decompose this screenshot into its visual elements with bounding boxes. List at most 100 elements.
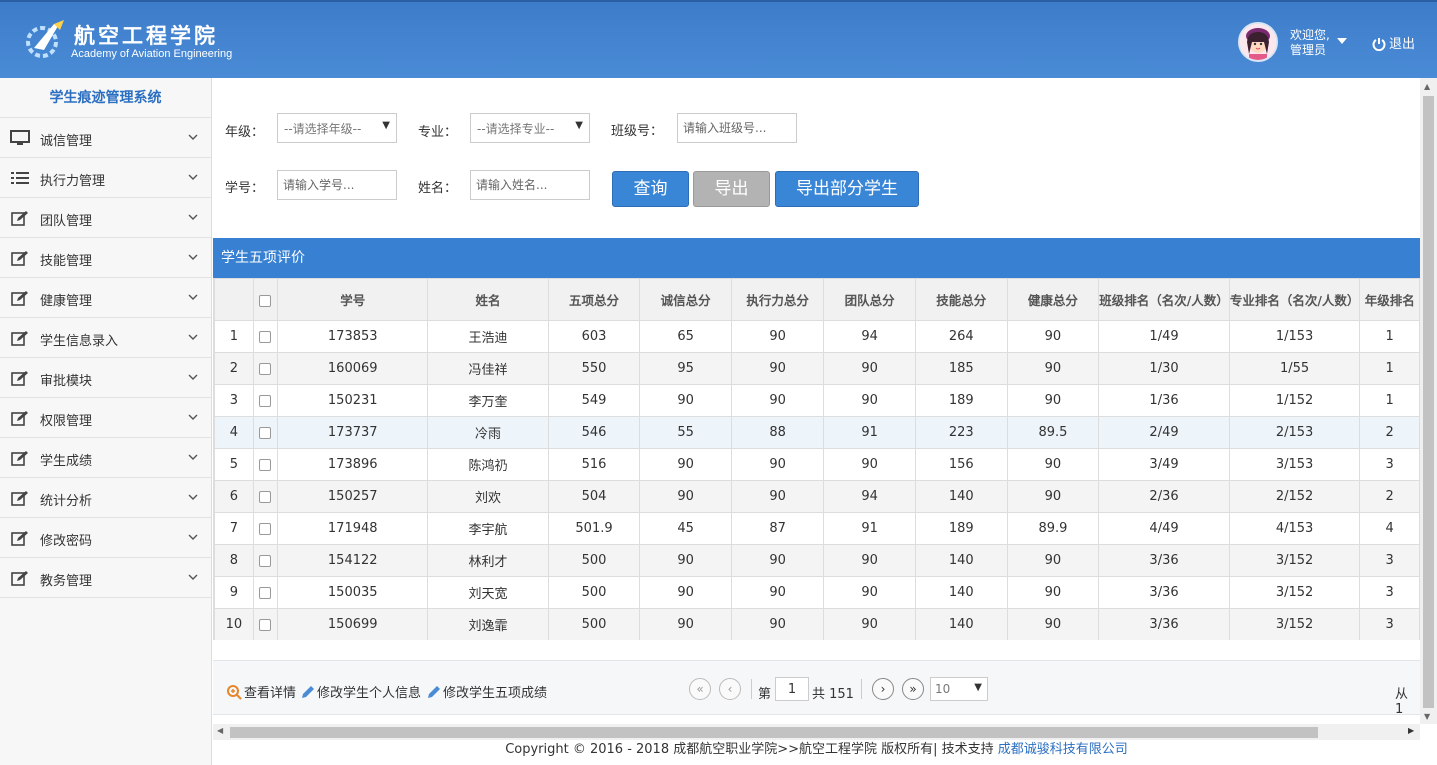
horizontal-scroll-thumb[interactable] — [230, 727, 1318, 738]
sidebar-item[interactable]: 审批模块 — [0, 358, 211, 398]
grade-select[interactable]: --请选择年级-- ▼ — [277, 113, 397, 143]
major-select-value: --请选择专业-- — [477, 122, 555, 136]
table-cell: 90 — [730, 352, 825, 385]
table-row[interactable]: 2 160069 冯佳祥 550 95 90 90 185 90 1/30 1/55 1 — [214, 352, 1420, 385]
query-button[interactable]: 查询 — [612, 171, 689, 207]
column-header[interactable]: 诚信总分 — [639, 278, 732, 321]
table-cell: 173853 — [277, 320, 429, 353]
table-cell: 90 — [639, 576, 732, 609]
vertical-scroll-thumb[interactable] — [1423, 96, 1434, 708]
column-header[interactable]: 班级排名（名次/人数） — [1098, 278, 1230, 321]
export-button[interactable]: 导出 — [693, 171, 770, 207]
page-input[interactable] — [775, 677, 809, 701]
table-row[interactable]: 1 173853 王浩迪 603 65 90 94 264 90 1/49 1/153 1 — [214, 320, 1420, 353]
page-size-select[interactable]: 10 ▼ — [930, 677, 988, 701]
student-id-input[interactable] — [277, 170, 397, 200]
sidebar-item-label: 团队管理 — [40, 214, 93, 229]
chevron-down-icon — [188, 214, 198, 220]
table-cell: 90 — [730, 480, 825, 513]
table-cell: 3 — [1359, 448, 1420, 481]
row-select-cell — [252, 608, 279, 640]
table-row[interactable]: 5 173896 陈鸿礽 516 90 90 90 156 90 3/49 3/153 3 — [214, 448, 1420, 481]
column-header[interactable]: 健康总分 — [1006, 278, 1100, 321]
chevron-down-icon — [188, 134, 198, 140]
column-header[interactable]: 年级排名 — [1359, 278, 1420, 321]
sidebar-item-label: 执行力管理 — [40, 174, 106, 189]
table-row[interactable]: 10 150699 刘逸霏 500 90 90 90 140 90 3/36 3/152 3 — [214, 608, 1420, 640]
sidebar-item-label: 权限管理 — [40, 414, 93, 429]
logout-button[interactable]: 退出 — [1372, 33, 1415, 52]
table-row[interactable]: 4 173737 冷雨 546 55 88 91 223 89.5 2/49 2/153 2 — [214, 416, 1420, 449]
last-page-icon[interactable]: » — [902, 678, 924, 700]
table-cell: 3 — [1359, 544, 1420, 577]
sidebar-item[interactable]: 统计分析 — [0, 478, 211, 518]
sidebar-item[interactable]: 权限管理 — [0, 398, 211, 438]
row-checkbox[interactable] — [259, 490, 272, 503]
table-row[interactable]: 8 154122 林利才 500 90 90 90 140 90 3/36 3/152 3 — [214, 544, 1420, 577]
column-header[interactable]: 五项总分 — [547, 278, 641, 321]
column-header[interactable]: 姓名 — [427, 278, 549, 321]
chevron-down-icon — [188, 454, 198, 460]
scroll-right-icon[interactable]: ▶ — [1408, 726, 1414, 735]
sidebar-item[interactable]: 技能管理 — [0, 238, 211, 278]
column-header[interactable]: 技能总分 — [914, 278, 1008, 321]
copyright: Copyright © 2016 - 2018 成都航空职业学院>>航空工程学院… — [213, 740, 1420, 765]
table-row[interactable]: 3 150231 李万奎 549 90 90 90 189 90 1/36 1/152 1 — [214, 384, 1420, 417]
table-cell: 90 — [1006, 320, 1100, 353]
row-checkbox[interactable] — [259, 362, 272, 375]
prev-page-icon[interactable]: ‹ — [719, 678, 741, 700]
table-header-row: 学号 姓名 五项总分 诚信总分 执行力总分 团队总分 技能总分 健康总分 班级排名（名次/人数）… — [214, 278, 1420, 321]
class-input[interactable] — [677, 113, 797, 143]
sidebar-item[interactable]: 团队管理 — [0, 198, 211, 238]
row-checkbox[interactable] — [259, 554, 272, 567]
select-all-checkbox[interactable] — [259, 294, 272, 307]
row-checkbox[interactable] — [259, 394, 272, 407]
major-select[interactable]: --请选择专业-- ▼ — [470, 113, 590, 143]
column-header[interactable]: 团队总分 — [823, 278, 916, 321]
grid-footer: 查看详情 修改学生个人信息 修改学生五项成绩 « ‹ 第 共 151 › » 1… — [213, 660, 1420, 717]
sidebar-item[interactable]: 诚信管理 — [0, 118, 211, 158]
row-checkbox[interactable] — [259, 586, 272, 599]
row-checkbox[interactable] — [259, 426, 272, 439]
welcome-text[interactable]: 欢迎您, 管理员 — [1290, 28, 1330, 58]
name-input[interactable] — [470, 170, 590, 200]
export-partial-button[interactable]: 导出部分学生 — [775, 171, 919, 207]
scroll-left-icon[interactable]: ◀ — [217, 726, 223, 735]
table-row[interactable]: 6 150257 刘欢 504 90 90 94 140 90 2/36 2/152 2 — [214, 480, 1420, 513]
edit-info-button[interactable]: 修改学生个人信息 — [300, 682, 421, 701]
vendor-link[interactable]: 成都诚骏科技有限公司 — [998, 742, 1128, 757]
horizontal-scrollbar[interactable]: ◀ ▶ — [213, 724, 1420, 740]
sidebar-item[interactable]: 健康管理 — [0, 278, 211, 318]
row-checkbox[interactable] — [259, 330, 272, 343]
school-logo-icon — [26, 20, 64, 58]
view-details-button[interactable]: 查看详情 — [226, 682, 296, 701]
table-cell: 160069 — [277, 352, 429, 385]
row-checkbox[interactable] — [259, 458, 272, 471]
column-header[interactable]: 执行力总分 — [730, 278, 825, 321]
sidebar-item[interactable]: 修改密码 — [0, 518, 211, 558]
column-header[interactable]: 学号 — [277, 278, 429, 321]
sidebar-item[interactable]: 教务管理 — [0, 558, 211, 598]
user-menu-caret-icon[interactable] — [1337, 38, 1347, 44]
next-page-icon[interactable]: › — [872, 678, 894, 700]
table-row[interactable]: 7 171948 李宇航 501.9 45 87 91 189 89.9 4/49 4/153 4 — [214, 512, 1420, 545]
first-page-icon[interactable]: « — [689, 678, 711, 700]
sidebar-item[interactable]: 学生信息录入 — [0, 318, 211, 358]
sidebar-item-label: 审批模块 — [40, 374, 93, 389]
vertical-scrollbar[interactable]: ▲ ▼ — [1420, 78, 1437, 724]
column-header[interactable]: 专业排名（名次/人数） — [1228, 278, 1361, 321]
name-label: 姓名： — [418, 181, 458, 196]
scroll-down-icon[interactable]: ▼ — [1424, 712, 1430, 721]
row-select-cell — [252, 320, 279, 353]
table-cell: 90 — [730, 608, 825, 640]
sidebar-item[interactable]: 执行力管理 — [0, 158, 211, 198]
table-row[interactable]: 9 150035 刘天宽 500 90 90 90 140 90 3/36 3/152 3 — [214, 576, 1420, 609]
avatar[interactable] — [1238, 22, 1278, 62]
sidebar-item[interactable]: 学生成绩 — [0, 438, 211, 478]
scroll-up-icon[interactable]: ▲ — [1424, 82, 1430, 91]
edit-scores-button[interactable]: 修改学生五项成绩 — [426, 682, 547, 701]
row-number-header — [214, 278, 254, 321]
row-checkbox[interactable] — [259, 522, 272, 535]
table-cell: 90 — [1006, 480, 1100, 513]
row-checkbox[interactable] — [259, 618, 272, 631]
